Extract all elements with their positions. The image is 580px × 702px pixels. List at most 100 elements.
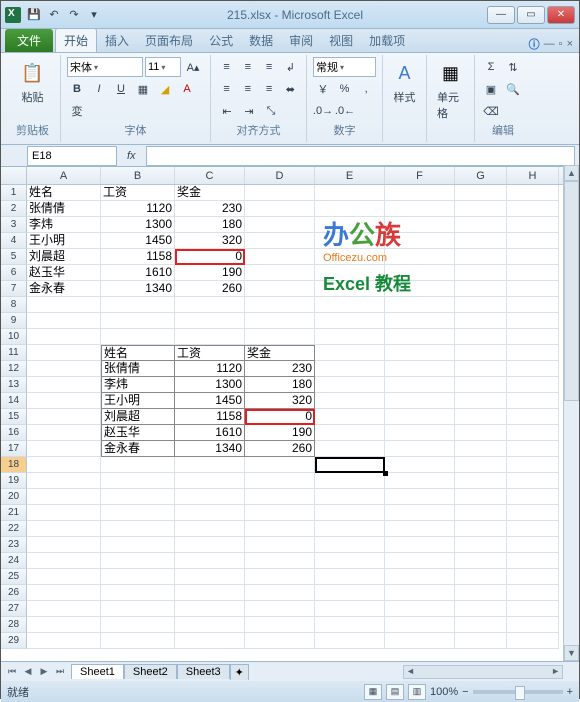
cell-H27[interactable] [507, 601, 559, 617]
row-header-12[interactable]: 12 [1, 361, 27, 377]
cell-F6[interactable] [385, 265, 455, 281]
cell-A22[interactable] [27, 521, 101, 537]
cell-H29[interactable] [507, 633, 559, 649]
row-header-20[interactable]: 20 [1, 489, 27, 505]
col-header-A[interactable]: A [27, 167, 101, 184]
col-header-B[interactable]: B [101, 167, 175, 184]
cell-H23[interactable] [507, 537, 559, 553]
cell-E28[interactable] [315, 617, 385, 633]
cell-G17[interactable] [455, 441, 507, 457]
cell-D14[interactable]: 320 [245, 393, 315, 409]
row-header-11[interactable]: 11 [1, 345, 27, 361]
cell-G8[interactable] [455, 297, 507, 313]
cell-C5[interactable]: 0 [175, 249, 245, 265]
tab-review[interactable]: 审阅 [281, 29, 321, 52]
cell-C20[interactable] [175, 489, 245, 505]
cell-A20[interactable] [27, 489, 101, 505]
cell-C3[interactable]: 180 [175, 217, 245, 233]
cell-F12[interactable] [385, 361, 455, 377]
row-header-21[interactable]: 21 [1, 505, 27, 521]
cell-E14[interactable] [315, 393, 385, 409]
cell-A5[interactable]: 刘晨超 [27, 249, 101, 265]
cell-H21[interactable] [507, 505, 559, 521]
cell-B20[interactable] [101, 489, 175, 505]
cell-G16[interactable] [455, 425, 507, 441]
tab-view[interactable]: 视图 [321, 29, 361, 52]
col-header-C[interactable]: C [175, 167, 245, 184]
cell-A16[interactable] [27, 425, 101, 441]
align-center-icon[interactable]: ≡ [238, 79, 257, 99]
merge-cells-icon[interactable]: ⬌ [281, 79, 300, 99]
cell-C28[interactable] [175, 617, 245, 633]
cell-B11[interactable]: 姓名 [101, 345, 175, 361]
decrease-indent-icon[interactable]: ⇤ [217, 101, 237, 121]
cell-B16[interactable]: 赵玉华 [101, 425, 175, 441]
zoom-out-icon[interactable]: − [462, 686, 468, 698]
cell-C15[interactable]: 1158 [175, 409, 245, 425]
cell-H15[interactable] [507, 409, 559, 425]
row-header-19[interactable]: 19 [1, 473, 27, 489]
cell-G9[interactable] [455, 313, 507, 329]
cell-C2[interactable]: 230 [175, 201, 245, 217]
maximize-button[interactable]: ▭ [517, 6, 545, 24]
cell-A9[interactable] [27, 313, 101, 329]
increase-decimal-icon[interactable]: .0→ [313, 101, 333, 121]
next-sheet-icon[interactable]: ▶ [37, 665, 51, 679]
cell-C11[interactable]: 工资 [175, 345, 245, 361]
cell-F28[interactable] [385, 617, 455, 633]
undo-icon[interactable]: ↶ [45, 6, 63, 24]
row-header-29[interactable]: 29 [1, 633, 27, 649]
cell-C21[interactable] [175, 505, 245, 521]
row-header-14[interactable]: 14 [1, 393, 27, 409]
cell-G25[interactable] [455, 569, 507, 585]
zoom-in-icon[interactable]: + [567, 686, 573, 698]
cell-A15[interactable] [27, 409, 101, 425]
cell-E18[interactable] [315, 457, 385, 473]
cell-A12[interactable] [27, 361, 101, 377]
cell-A26[interactable] [27, 585, 101, 601]
cell-B9[interactable] [101, 313, 175, 329]
cell-F19[interactable] [385, 473, 455, 489]
cell-E8[interactable] [315, 297, 385, 313]
tab-insert[interactable]: 插入 [97, 29, 137, 52]
font-name-combo[interactable]: 宋体▾ [67, 57, 143, 77]
cell-H10[interactable] [507, 329, 559, 345]
cell-H28[interactable] [507, 617, 559, 633]
font-size-combo[interactable]: 11▾ [145, 57, 181, 77]
cell-A29[interactable] [27, 633, 101, 649]
row-header-5[interactable]: 5 [1, 249, 27, 265]
row-header-2[interactable]: 2 [1, 201, 27, 217]
cell-B25[interactable] [101, 569, 175, 585]
cell-H7[interactable] [507, 281, 559, 297]
restore-window-icon[interactable]: ▫ [559, 38, 563, 50]
cell-C9[interactable] [175, 313, 245, 329]
cell-C18[interactable] [175, 457, 245, 473]
scroll-down-icon[interactable]: ▼ [564, 645, 579, 661]
selection-handle[interactable] [383, 471, 388, 476]
cell-E1[interactable] [315, 185, 385, 201]
select-all-corner[interactable] [1, 167, 27, 184]
vertical-scrollbar[interactable]: ▲ ▼ [563, 165, 579, 661]
cell-F4[interactable] [385, 233, 455, 249]
cell-B12[interactable]: 张倩倩 [101, 361, 175, 377]
cell-B24[interactable] [101, 553, 175, 569]
font-color-button[interactable]: A [177, 79, 197, 99]
cell-D15[interactable]: 0 [245, 409, 315, 425]
cell-G11[interactable] [455, 345, 507, 361]
number-format-combo[interactable]: 常规▾ [313, 57, 376, 77]
cell-G27[interactable] [455, 601, 507, 617]
cell-D19[interactable] [245, 473, 315, 489]
align-top-icon[interactable]: ≡ [217, 57, 236, 77]
cell-D21[interactable] [245, 505, 315, 521]
cell-E19[interactable] [315, 473, 385, 489]
save-icon[interactable]: 💾 [25, 6, 43, 24]
cell-E13[interactable] [315, 377, 385, 393]
sort-icon[interactable]: ⇅ [503, 57, 523, 77]
cell-H14[interactable] [507, 393, 559, 409]
cell-E9[interactable] [315, 313, 385, 329]
cell-E5[interactable] [315, 249, 385, 265]
cell-F27[interactable] [385, 601, 455, 617]
cell-G26[interactable] [455, 585, 507, 601]
cell-G20[interactable] [455, 489, 507, 505]
cell-C6[interactable]: 190 [175, 265, 245, 281]
